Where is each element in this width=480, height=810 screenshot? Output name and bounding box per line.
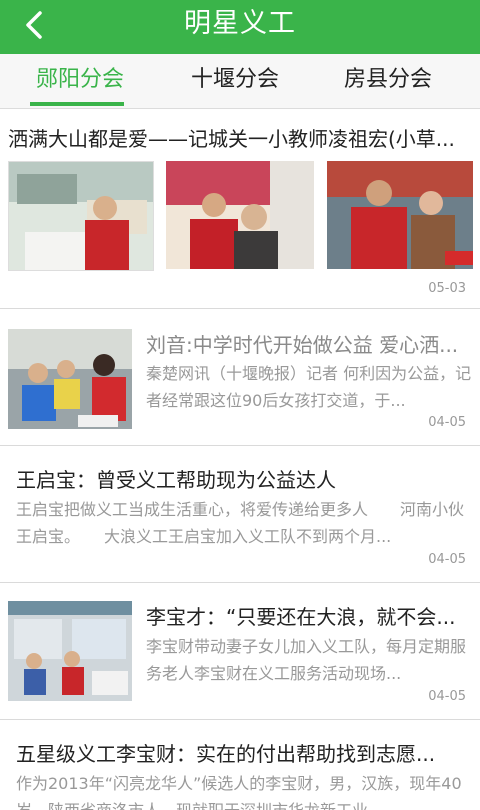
article-thumbnail: [8, 601, 132, 701]
article-title: 李宝才：“只要还在大浪，就不会...: [146, 605, 456, 629]
article-summary: 李宝财带动妻子女儿加入义工队，每月定期服务老人李宝财在义工服务活动现场...: [146, 637, 467, 683]
article-summary: 秦楚网讯（十堰晚报）记者 何利因为公益，记者经常跟这位90后女孩打交道，于...: [146, 364, 472, 410]
page-title: 明星义工: [184, 8, 296, 39]
list-item[interactable]: 王启宝：曾受义工帮助现为公益达人 王启宝把做义工当成生活重心，将爱传递给更多人 …: [0, 446, 480, 583]
article-summary: 作为2013年“闪亮龙华人”候选人的李宝财，男，汉族，现年40岁，陕西省商洛市人…: [16, 774, 462, 810]
tab-shiyan[interactable]: 十堰分会: [155, 54, 315, 108]
article-date: 04-05: [428, 415, 466, 430]
article-summary: 王启宝把做义工当成生活重心，将爱传递给更多人 河南小伙王启宝。 大浪义工王启宝加…: [16, 500, 465, 546]
article-thumbnail: [8, 329, 132, 429]
active-tab-indicator: [30, 102, 124, 106]
article-title: 王启宝：曾受义工帮助现为公益达人: [16, 468, 336, 492]
article-title: 刘音:中学时代开始做公益 爱心洒...: [146, 333, 459, 357]
article-photo: [8, 161, 154, 271]
article-title: 洒满大山都是爱——记城关一小教师凌祖宏(小草...: [8, 127, 455, 151]
article-date: 05-03: [428, 281, 466, 296]
tab-yunyang[interactable]: 郧阳分会: [0, 54, 160, 108]
list-item[interactable]: 洒满大山都是爱——记城关一小教师凌祖宏(小草... 05-03: [0, 109, 480, 309]
tab-bar: 郧阳分会 十堰分会 房县分会: [0, 54, 480, 109]
article-date: 04-05: [428, 552, 466, 567]
article-title: 五星级义工李宝财：实在的付出帮助找到志愿...: [16, 742, 436, 766]
list-item[interactable]: 刘音:中学时代开始做公益 爱心洒... 秦楚网讯（十堰晚报）记者 何利因为公益，…: [0, 309, 480, 446]
tab-fangxian[interactable]: 房县分会: [308, 54, 468, 108]
article-date: 04-05: [428, 689, 466, 704]
list-item[interactable]: 李宝才：“只要还在大浪，就不会... 李宝财带动妻子女儿加入义工队，每月定期服务…: [0, 583, 480, 720]
app-bar: 明星义工: [0, 0, 480, 54]
list-item[interactable]: 五星级义工李宝财：实在的付出帮助找到志愿... 作为2013年“闪亮龙华人”候选…: [0, 720, 480, 810]
article-photo: [327, 161, 473, 269]
article-photo: [166, 161, 314, 269]
